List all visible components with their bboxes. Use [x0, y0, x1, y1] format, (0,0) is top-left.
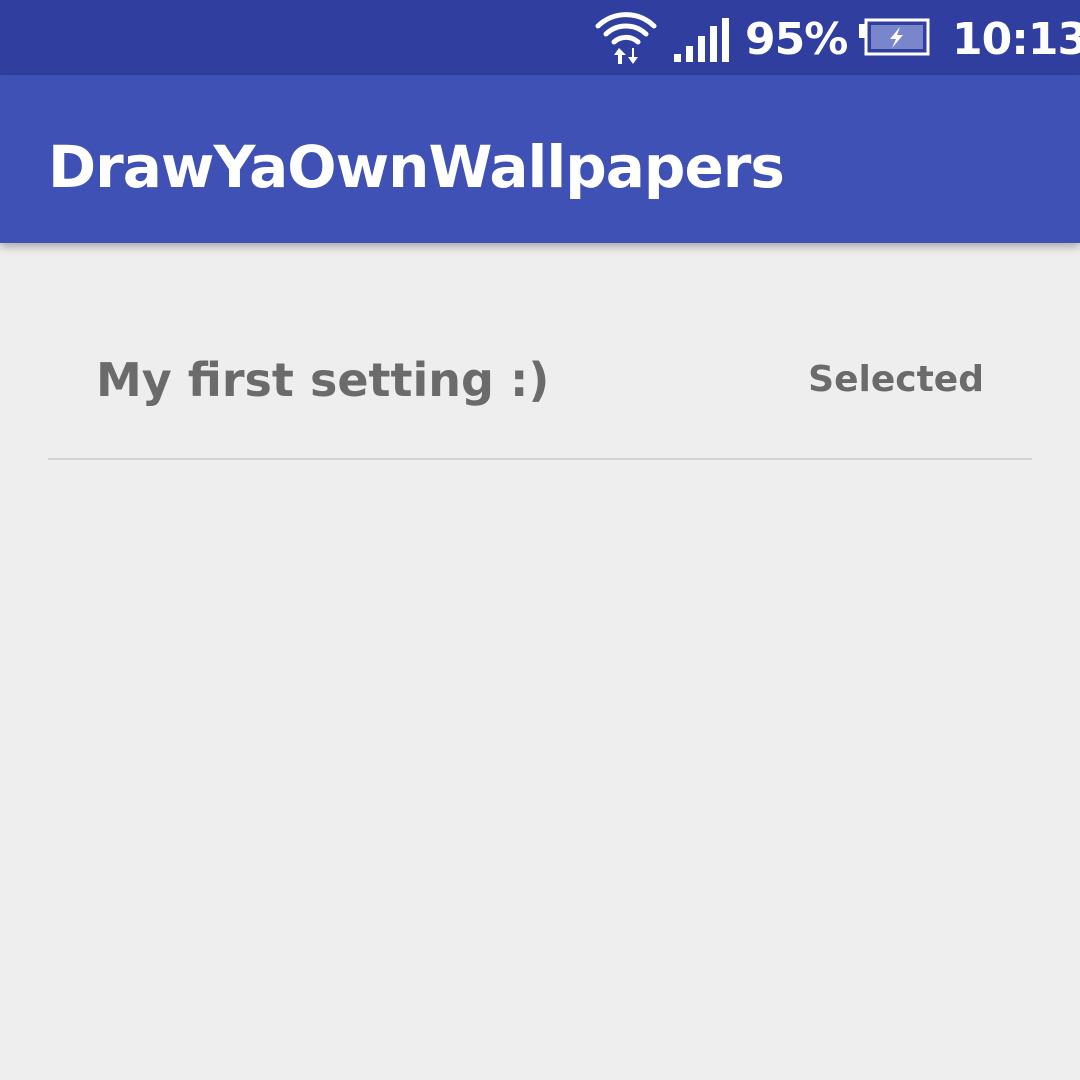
- preference-title: My first setting :): [96, 353, 550, 407]
- preference-item[interactable]: My first setting :) Selected: [48, 312, 1032, 460]
- screen: 95% 10:13 DrawYaOwnWallpapers My first s…: [0, 0, 1080, 1080]
- preference-summary: Selected: [808, 359, 984, 400]
- status-time: 10:13: [952, 14, 1080, 65]
- wifi-data-icon: [595, 12, 657, 64]
- app-bar: DrawYaOwnWallpapers: [0, 75, 1080, 243]
- status-bar: 95% 10:13: [0, 0, 1080, 75]
- battery-charging-icon: [859, 18, 930, 56]
- battery-percentage: 95%: [745, 14, 848, 65]
- cell-signal-icon: [674, 18, 729, 62]
- app-title: DrawYaOwnWallpapers: [48, 133, 785, 201]
